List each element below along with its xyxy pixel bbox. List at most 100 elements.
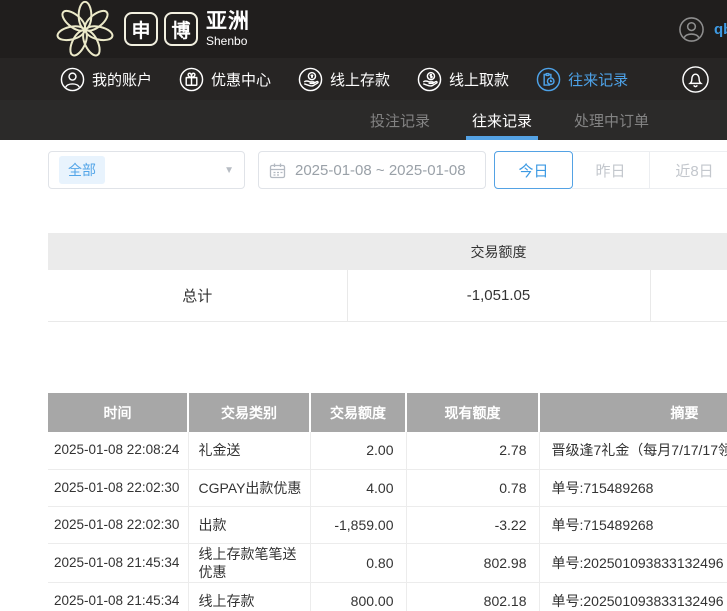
brand-logo[interactable]: 申 博 亚洲 Shenbo — [52, 0, 250, 58]
cell-balance: 802.98 — [406, 543, 539, 582]
cell-balance: -3.22 — [406, 506, 539, 543]
logo-char-2: 博 — [171, 16, 190, 43]
summary-header-empty — [48, 233, 347, 270]
cell-amount: 4.00 — [310, 469, 406, 506]
type-select-value: 全部 — [59, 156, 105, 184]
cell-type: 出款 — [188, 506, 310, 543]
sub-nav: 投注记录 往来记录 处理中订单 — [0, 100, 727, 140]
logo-char-1: 申 — [131, 16, 150, 43]
tab-transaction-records[interactable]: 往来记录 — [466, 100, 538, 140]
quick-button-label: 今日 — [518, 160, 548, 181]
cell-summary: 单号:715489268 — [539, 469, 727, 506]
nav-label: 线上取款 — [449, 69, 509, 90]
cell-amount: 0.80 — [310, 543, 406, 582]
filter-bar: 全部 ▼ 2025-01-08 ~ 2025-01-08 今日 昨日 近8日 — [48, 151, 727, 189]
main-nav: 我的账户 优惠中心 — [0, 58, 727, 100]
summary-header-amount: 交易额度 — [347, 233, 650, 270]
chevron-down-icon: ▼ — [224, 165, 234, 176]
yesterday-button[interactable]: 昨日 — [572, 151, 649, 189]
logo-char-box-1: 申 — [124, 12, 158, 46]
cell-balance: 2.78 — [406, 432, 539, 469]
deposit-icon — [298, 67, 323, 92]
transactions-table: 时间 交易类别 交易额度 现有额度 摘要 2025-01-08 22:08:24… — [48, 393, 727, 611]
cell-balance: 802.18 — [406, 582, 539, 611]
table-row: 2025-01-08 22:02:30出款-1,859.00-3.22单号:71… — [48, 506, 727, 543]
type-select[interactable]: 全部 ▼ — [48, 151, 245, 189]
user-avatar-icon — [678, 16, 705, 43]
nav-item-transaction-records[interactable]: 往来记录 — [536, 67, 628, 92]
cell-time: 2025-01-08 21:45:34 — [48, 543, 188, 582]
summary-total-label: 总计 — [48, 270, 347, 322]
tab-label: 投注记录 — [370, 110, 430, 131]
user-icon — [60, 67, 85, 92]
nav-item-online-withdrawal[interactable]: 线上取款 — [417, 67, 509, 92]
cell-type: 礼金送 — [188, 432, 310, 469]
cell-summary: 晋级逢7礼金（每月7/17/17领 — [539, 432, 727, 469]
withdraw-icon — [417, 67, 442, 92]
column-header-balance: 现有额度 — [406, 393, 539, 432]
cell-amount: 800.00 — [310, 582, 406, 611]
date-range-value: 2025-01-08 ~ 2025-01-08 — [295, 162, 466, 179]
username[interactable]: qb — [714, 21, 727, 38]
logo-region-en: Shenbo — [206, 35, 250, 47]
flower-logo-icon — [52, 0, 118, 58]
today-button[interactable]: 今日 — [494, 151, 573, 189]
tab-label: 往来记录 — [472, 110, 532, 131]
nav-item-my-account[interactable]: 我的账户 — [60, 67, 152, 92]
summary-table: 交易额度 总计 -1,051.05 — [48, 233, 727, 322]
cell-type: 线上存款笔笔送优惠 — [188, 543, 310, 582]
nav-item-promotions[interactable]: 优惠中心 — [179, 67, 271, 92]
tab-label: 处理中订单 — [574, 110, 649, 131]
summary-total-empty — [650, 270, 727, 322]
nav-label: 往来记录 — [568, 69, 628, 90]
cell-summary: 单号:715489268 — [539, 506, 727, 543]
cell-time: 2025-01-08 22:02:30 — [48, 506, 188, 543]
logo-region-cn: 亚洲 — [206, 11, 250, 32]
app-viewport: 申 博 亚洲 Shenbo qb — [0, 0, 727, 611]
summary-header-empty-2 — [650, 233, 727, 270]
table-row: 2025-01-08 21:45:34线上存款800.00802.18单号:20… — [48, 582, 727, 611]
column-header-summary: 摘要 — [539, 393, 727, 432]
cell-summary: 单号:202501093833132496 — [539, 582, 727, 611]
column-header-type: 交易类别 — [188, 393, 310, 432]
transactions-body: 2025-01-08 22:08:24礼金送2.002.78晋级逢7礼金（每月7… — [48, 432, 727, 611]
gift-icon — [179, 67, 204, 92]
bell-icon — [681, 65, 710, 94]
table-row: 2025-01-08 21:45:34线上存款笔笔送优惠0.80802.98单号… — [48, 543, 727, 582]
calendar-icon — [269, 162, 286, 179]
last-8-days-button[interactable]: 近8日 — [649, 151, 727, 189]
cell-summary: 单号:202501093833132496 — [539, 543, 727, 582]
table-row: 2025-01-08 22:08:24礼金送2.002.78晋级逢7礼金（每月7… — [48, 432, 727, 469]
cell-balance: 0.78 — [406, 469, 539, 506]
quick-button-label: 近8日 — [675, 160, 713, 181]
user-account[interactable]: qb — [678, 0, 727, 58]
cell-amount: 2.00 — [310, 432, 406, 469]
cell-type: 线上存款 — [188, 582, 310, 611]
nav-item-online-deposit[interactable]: 线上存款 — [298, 67, 390, 92]
logo-region: 亚洲 Shenbo — [206, 11, 250, 47]
cell-time: 2025-01-08 22:02:30 — [48, 469, 188, 506]
summary-total-value: -1,051.05 — [347, 270, 650, 322]
nav-label: 我的账户 — [92, 69, 152, 90]
cell-type: CGPAY出款优惠 — [188, 469, 310, 506]
records-icon — [536, 67, 561, 92]
logo-char-box-2: 博 — [164, 12, 198, 46]
nav-label: 线上存款 — [330, 69, 390, 90]
tab-betting-records[interactable]: 投注记录 — [364, 100, 436, 140]
cell-time: 2025-01-08 22:08:24 — [48, 432, 188, 469]
column-header-time: 时间 — [48, 393, 188, 432]
cell-amount: -1,859.00 — [310, 506, 406, 543]
quick-date-buttons: 今日 昨日 近8日 — [494, 151, 727, 189]
tab-processing-orders[interactable]: 处理中订单 — [568, 100, 655, 140]
top-bar: 申 博 亚洲 Shenbo qb — [0, 0, 727, 58]
summary-total-row: 总计 -1,051.05 — [48, 270, 727, 322]
table-row: 2025-01-08 22:02:30CGPAY出款优惠4.000.78单号:7… — [48, 469, 727, 506]
summary-header-row: 交易额度 — [48, 233, 727, 270]
cell-time: 2025-01-08 21:45:34 — [48, 582, 188, 611]
quick-button-label: 昨日 — [595, 160, 625, 181]
notifications-button[interactable] — [681, 65, 710, 99]
date-range-input[interactable]: 2025-01-08 ~ 2025-01-08 — [258, 151, 486, 189]
nav-label: 优惠中心 — [211, 69, 271, 90]
record-tabs: 投注记录 往来记录 处理中订单 — [364, 100, 655, 140]
column-header-amount: 交易额度 — [310, 393, 406, 432]
